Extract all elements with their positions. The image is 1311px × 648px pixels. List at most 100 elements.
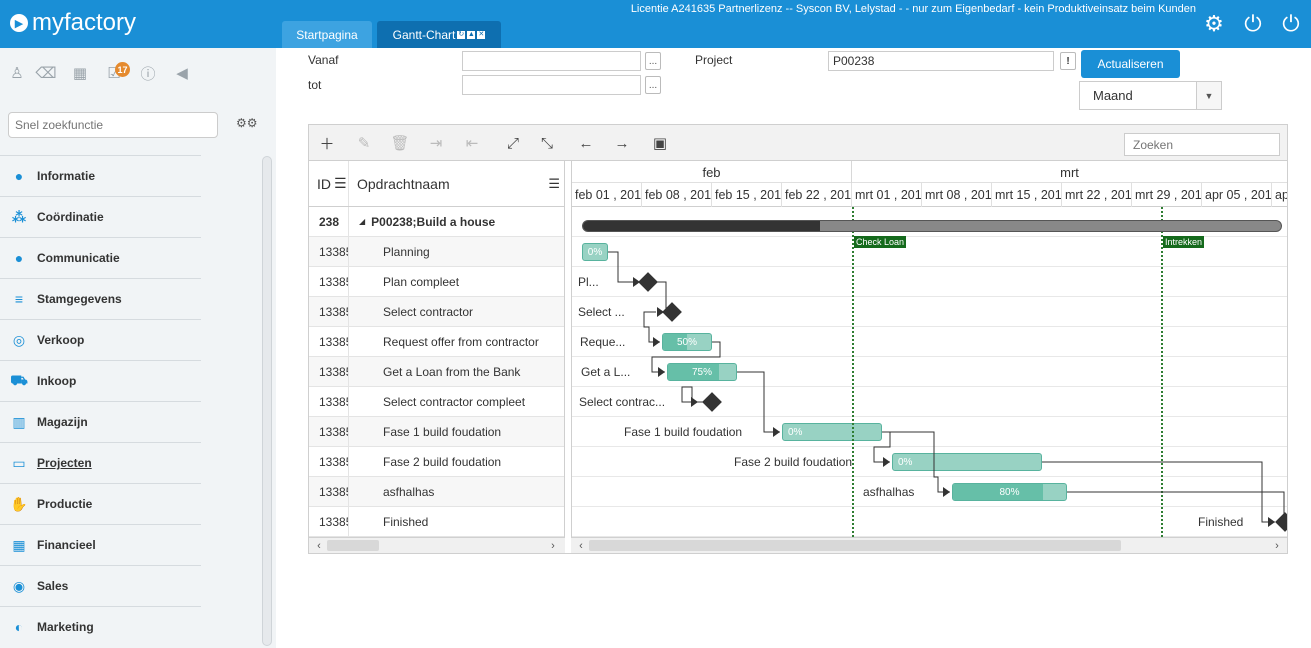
project-input[interactable] [828,51,1054,71]
table-row[interactable]: 13385 Get a Loan from the Bank [309,357,564,387]
period-select[interactable]: Maand ▼ [1079,81,1222,110]
task-id: 13385 [309,297,349,326]
sidebar: ♙ ⌫ ▦ ☑ 17 ⓘ ◀ ⚙⚙ ●Informatie ⁂Coördinat… [0,48,276,648]
collapse-triangle-icon[interactable]: ◢ [359,217,365,226]
table-row[interactable]: 13385 Plan compleet [309,267,564,297]
task-name-text: P00238;Build a house [371,214,496,229]
task-id: 13385 [309,267,349,296]
menu-item-projecten[interactable]: ▭ Projecten [0,442,201,483]
column-name-header[interactable]: Opdrachtnaam ☰ [349,161,564,206]
menu-label: Financieel [37,538,96,552]
dependency-links [608,251,1287,527]
scroll-thumb[interactable] [327,540,379,551]
add-icon[interactable]: ＋ [317,133,337,153]
info-circle-icon[interactable]: ⓘ [139,64,157,83]
project-warning-button[interactable]: ! [1060,52,1076,70]
task-id: 13385 [309,237,349,266]
dropdown-arrow-icon[interactable]: ▼ [1196,82,1221,109]
task-id: 13385 [309,357,349,386]
table-row[interactable]: 13385 Fase 2 build foudation [309,447,564,477]
brand-logo[interactable]: ▶ myfactory [10,9,136,37]
grid-hscrollbar[interactable]: ‹ › [309,537,565,553]
collapse-left-icon[interactable]: ◀ [173,64,191,82]
power-icon[interactable]: ⏻ [1241,11,1265,36]
scroll-left-icon[interactable]: ‹ [311,538,327,553]
bottle-icon[interactable]: ♙ [8,64,26,82]
tab-startpagina[interactable]: Startpagina [282,21,372,48]
main-menu: ● Informatie ⁂ Coördinatie ● Communicatie ≡… [0,155,201,647]
brand-name: myfactory [32,9,137,36]
eraser-icon[interactable]: ⌫ [35,64,56,82]
tab-gantt-chart[interactable]: Gantt-Chart ↻ ▲ ✕ [377,21,501,48]
arrow-right-icon[interactable]: → [612,133,632,153]
tab-refresh-icon[interactable]: ↻ [457,30,466,39]
column-id-header[interactable]: ID ☰ [309,161,349,206]
link-arrowhead [657,307,664,317]
sidebar-scrollbar[interactable] [262,156,272,646]
tab-label: Startpagina [296,27,358,42]
table-row[interactable]: 238 ◢ P00238;Build a house [309,207,564,237]
to-lookup-button[interactable]: ... [645,76,661,94]
outdent-icon[interactable]: ⇤ [462,133,482,153]
dependency-link [1067,491,1287,523]
menu-label: Stamgegevens [37,292,122,306]
power-settings-icon[interactable]: ⏻ [1279,11,1303,36]
scroll-right-icon[interactable]: › [1269,538,1285,553]
table-row[interactable]: 13385 asfhalhas [309,477,564,507]
table-row[interactable]: 13385 Finished [309,507,564,537]
menu-item-sales[interactable]: ◉ Sales [0,565,201,606]
table-row[interactable]: 13385 Request offer from contractor [309,327,564,357]
menu-item-financieel[interactable]: ▦ Financieel [0,524,201,565]
excel-export-icon[interactable]: ▣ [650,133,670,153]
table-row[interactable]: 13385 Planning [309,237,564,267]
network-icon: ⁂ [11,208,27,225]
link-arrowhead [653,337,660,347]
from-date-input[interactable] [462,51,641,71]
tab-up-icon[interactable]: ▲ [467,30,476,39]
warehouse-icon: ▥ [12,413,26,430]
gantt-search-input[interactable] [1124,133,1280,156]
task-name: Fase 2 build foudation [383,454,502,469]
expand-icon[interactable]: ⤢ [503,133,523,153]
edit-icon[interactable]: ✎ [354,133,374,153]
to-label: tot [308,78,322,92]
collapse-icon[interactable]: ⤡ [537,133,557,153]
tab-close-icon[interactable]: ✕ [477,30,486,39]
scroll-left-icon[interactable]: ‹ [573,538,589,553]
delete-icon[interactable]: 🗑 [390,133,410,153]
scroll-right-icon[interactable]: › [545,538,561,553]
menu-label: Verkoop [37,333,85,347]
arrow-left-icon[interactable]: ← [576,133,596,153]
table-row[interactable]: 13385 Fase 1 build foudation [309,417,564,447]
indent-icon[interactable]: ⇥ [426,133,446,153]
timeline-hscrollbar[interactable]: ‹ › [571,537,1287,553]
to-date-input[interactable] [462,75,641,95]
table-row[interactable]: 13385 Select contractor compleet [309,387,564,417]
task-name: Select contractor compleet [383,394,526,409]
column-menu-icon[interactable]: ☰ [334,175,347,192]
gears-icon[interactable]: ⚙⚙ [236,116,258,130]
menu-item-productie[interactable]: ✋ Productie [0,483,201,524]
gantt-timeline: feb mrt feb 01 , 2016 feb 08 , 2016 feb 15 … [571,161,1287,553]
menu-item-informatie[interactable]: ● Informatie [0,155,201,196]
from-lookup-button[interactable]: ... [645,52,661,70]
link-arrowhead [658,367,665,377]
column-menu-icon[interactable]: ☰ [548,176,560,192]
license-text: Licentie A241635 Partnerlizenz -- Syscon… [630,3,1196,15]
menu-item-marketing[interactable]: ◐ Marketing [0,606,201,647]
table-row[interactable]: 13385 Select contractor [309,297,564,327]
menu-item-verkoop[interactable]: ◎ Verkoop [0,319,201,360]
task-name: Plan compleet [383,274,460,289]
info-icon: ● [14,168,24,184]
menu-item-inkoop[interactable]: ⛟ Inkoop [0,360,201,401]
scroll-thumb[interactable] [589,540,1121,551]
menu-item-magazijn[interactable]: ▥ Magazijn [0,401,201,442]
settings-gear-icon[interactable]: ⚙ [1202,11,1226,36]
menu-item-coordinatie[interactable]: ⁂ Coördinatie [0,196,201,237]
quick-search-input[interactable] [8,112,218,138]
calendar-icon[interactable]: ▦ [71,64,89,82]
update-button[interactable]: Actualiseren [1081,50,1180,78]
menu-item-stamgegevens[interactable]: ≡ Stamgegevens [0,278,201,319]
menu-item-communicatie[interactable]: ● Communicatie [0,237,201,278]
task-id: 13385 [309,447,349,476]
